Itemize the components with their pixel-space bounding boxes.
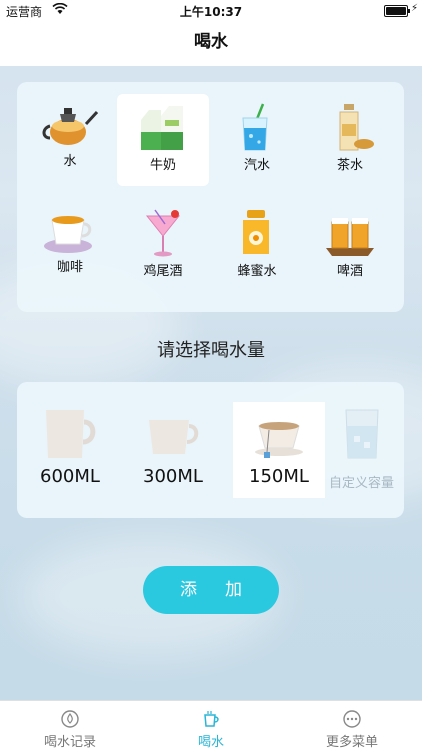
tab-drink-record[interactable]: 喝水记录 <box>0 701 140 751</box>
volume-label: 150ML <box>249 466 309 487</box>
drink-option-soda[interactable]: 汽水 <box>211 94 303 186</box>
tab-label: 喝水 <box>197 735 224 750</box>
tea-bottle-icon <box>304 102 396 152</box>
soda-glass-icon <box>211 102 303 152</box>
drink-label: 水 <box>63 154 77 169</box>
drink-option-tea[interactable]: 茶水 <box>304 94 396 186</box>
drop-record-icon <box>0 709 140 729</box>
page-title: 喝水 <box>194 32 228 52</box>
tab-label: 喝水记录 <box>43 735 96 750</box>
teacup-icon <box>233 408 325 460</box>
clock: 上午10:37 <box>179 5 243 19</box>
volume-label: 300ML <box>143 466 203 487</box>
teapot-icon <box>24 102 116 148</box>
drink-label: 茶水 <box>336 158 363 173</box>
volume-label: 600ML <box>40 466 100 487</box>
drink-label: 鸡尾酒 <box>143 264 183 279</box>
drink-option-coffee[interactable]: 咖啡 <box>24 200 116 292</box>
volume-panel: 600ML 300ML 150ML 自定义容量 <box>17 382 404 518</box>
drink-option-water[interactable]: 水 <box>24 94 116 186</box>
milk-carton-icon <box>117 102 209 152</box>
large-mug-icon <box>24 408 116 460</box>
medium-cup-icon <box>127 408 219 460</box>
more-dots-icon <box>282 709 422 729</box>
drink-option-honey-water[interactable]: 蜂蜜水 <box>211 200 303 292</box>
cup-icon <box>141 709 281 729</box>
tab-more-menu[interactable]: 更多菜单 <box>282 701 422 751</box>
main-content: 水 牛奶 汽水 茶水 咖啡 鸡尾酒 蜂蜜水 啤酒 请选择喝水量 600ML 30… <box>0 66 422 700</box>
coffee-cup-icon <box>24 208 116 254</box>
drink-label: 咖啡 <box>56 260 83 275</box>
status-bar: 运营商 上午10:37 ⚡ <box>0 0 422 22</box>
tab-bar: 喝水记录 喝水 更多菜单 <box>0 700 422 751</box>
charging-icon: ⚡ <box>410 3 418 14</box>
drink-label: 汽水 <box>243 158 270 173</box>
volume-option-custom[interactable]: 自定义容量 <box>319 402 404 498</box>
cocktail-icon <box>117 208 209 258</box>
nav-bar: 喝水 <box>0 22 422 67</box>
drink-option-milk[interactable]: 牛奶 <box>117 94 209 186</box>
volume-prompt: 请选择喝水量 <box>157 340 265 361</box>
battery-icon <box>384 5 410 17</box>
drink-option-beer[interactable]: 啤酒 <box>304 200 396 292</box>
volume-label: 自定义容量 <box>328 476 394 491</box>
custom-glass-icon <box>319 408 404 460</box>
volume-option-300[interactable]: 300ML <box>127 402 219 498</box>
drink-label: 牛奶 <box>149 158 176 173</box>
drink-label: 蜂蜜水 <box>237 264 277 279</box>
tab-drink[interactable]: 喝水 <box>141 701 281 751</box>
volume-option-150[interactable]: 150ML <box>233 402 325 498</box>
drink-option-cocktail[interactable]: 鸡尾酒 <box>117 200 209 292</box>
volume-option-600[interactable]: 600ML <box>24 402 116 498</box>
honey-jar-icon <box>211 208 303 258</box>
drink-type-panel: 水 牛奶 汽水 茶水 咖啡 鸡尾酒 蜂蜜水 啤酒 <box>17 82 404 312</box>
drink-label: 啤酒 <box>336 264 363 279</box>
tab-label: 更多菜单 <box>325 735 378 750</box>
beer-mugs-icon <box>304 208 396 258</box>
add-button[interactable]: 添加 <box>143 566 279 614</box>
